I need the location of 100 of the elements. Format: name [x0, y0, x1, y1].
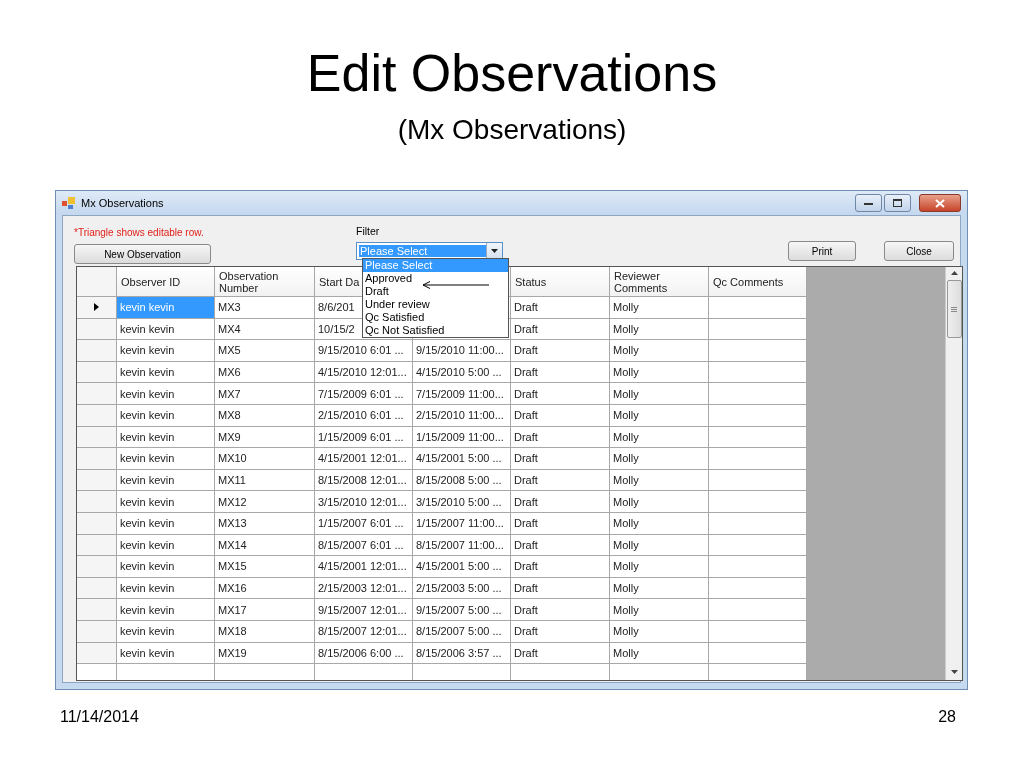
- table-cell: 4/15/2001 5:00 ...: [413, 556, 511, 578]
- table-cell: kevin kevin: [117, 599, 215, 621]
- table-cell: kevin kevin: [117, 448, 215, 470]
- table-cell: 2/15/2003 12:01...: [315, 577, 413, 600]
- table-cell: Draft: [511, 620, 610, 643]
- table-cell: 1/15/2009 6:01 ...: [315, 426, 413, 449]
- table-cell: kevin kevin: [117, 556, 215, 578]
- table-cell: Draft: [511, 469, 610, 492]
- table-cell: Molly: [610, 404, 709, 427]
- table-cell: 1/15/2007 11:00...: [413, 512, 511, 535]
- table-cell: 7/15/2009 6:01 ...: [315, 383, 413, 405]
- hint-text: *Triangle shows editable row.: [74, 227, 205, 239]
- table-cell: 1/15/2007 6:01 ...: [315, 512, 413, 535]
- table-cell: Molly: [610, 512, 709, 535]
- table-cell: Draft: [511, 340, 610, 362]
- table-cell: kevin kevin: [117, 318, 215, 341]
- table-cell: kevin kevin: [117, 512, 215, 535]
- table-cell: 4/15/2001 12:01...: [315, 556, 413, 578]
- table-cell: kevin kevin: [117, 340, 215, 362]
- table-cell: 8/15/2008 5:00 ...: [413, 469, 511, 492]
- table-cell: Molly: [610, 577, 709, 600]
- table-cell: 2/15/2003 5:00 ...: [413, 577, 511, 600]
- table-cell: Molly: [610, 642, 709, 665]
- table-cell: MX17: [215, 599, 315, 621]
- table-cell: 8/15/2006 3:57 ...: [413, 642, 511, 665]
- table-cell: 8/15/2007 5:00 ...: [413, 620, 511, 643]
- table-cell: Molly: [610, 534, 709, 557]
- table-cell: MX12: [215, 491, 315, 513]
- table-cell: MX14: [215, 534, 315, 557]
- table-cell: kevin kevin: [117, 491, 215, 513]
- table-cell: 3/15/2010 12:01...: [315, 491, 413, 513]
- table-cell: MX11: [215, 469, 315, 492]
- table-cell: kevin kevin: [117, 577, 215, 600]
- slide-title: Edit Observations: [306, 43, 718, 104]
- table-cell: kevin kevin: [117, 404, 215, 427]
- table-cell: Molly: [610, 383, 709, 405]
- table-cell: MX10: [215, 448, 315, 470]
- table-cell: kevin kevin: [117, 642, 215, 665]
- table-cell: Draft: [511, 297, 610, 319]
- table-cell: Draft: [511, 491, 610, 513]
- table-cell: Draft: [511, 404, 610, 427]
- table-cell: MX16: [215, 577, 315, 600]
- table-cell: 9/15/2007 5:00 ...: [413, 599, 511, 621]
- table-cell: Draft: [511, 318, 610, 341]
- table-cell: 8/15/2007 11:00...: [413, 534, 511, 557]
- table-cell: 8/15/2007 12:01...: [315, 620, 413, 643]
- table-cell: MX6: [215, 361, 315, 384]
- table-cell: Molly: [610, 620, 709, 643]
- table-cell: MX19: [215, 642, 315, 665]
- table-cell: Molly: [610, 361, 709, 384]
- table-cell: Molly: [610, 491, 709, 513]
- table-cell: Draft: [511, 534, 610, 557]
- table-cell: 4/15/2010 5:00 ...: [413, 361, 511, 384]
- table-cell: 2/15/2010 6:01 ...: [315, 404, 413, 427]
- table-cell: kevin kevin: [117, 426, 215, 449]
- table-cell: Draft: [511, 512, 610, 535]
- table-cell: MX9: [215, 426, 315, 449]
- table-cell: Molly: [610, 426, 709, 449]
- table-cell: MX7: [215, 383, 315, 405]
- table-cell: kevin kevin: [117, 620, 215, 643]
- slide-date: 11/14/2014: [60, 708, 139, 726]
- table-cell: MX4: [215, 318, 315, 341]
- table-cell: Draft: [511, 448, 610, 470]
- table-cell: Molly: [610, 469, 709, 492]
- table-cell: 4/15/2001 12:01...: [315, 448, 413, 470]
- table-cell: Draft: [511, 426, 610, 449]
- table-cell: Molly: [610, 556, 709, 578]
- filter-label: Filter: [356, 225, 380, 238]
- table-cell: Molly: [610, 599, 709, 621]
- table-cell: kevin kevin: [117, 361, 215, 384]
- table-cell: Draft: [511, 361, 610, 384]
- table-cell: 9/15/2010 11:00...: [413, 340, 511, 362]
- slide-number: 28: [938, 708, 956, 726]
- table-cell: MX15: [215, 556, 315, 578]
- table-cell: Molly: [610, 448, 709, 470]
- table-cell: Draft: [511, 642, 610, 665]
- table-cell: 8/15/2007 6:01 ...: [315, 534, 413, 557]
- table-cell: Molly: [610, 340, 709, 362]
- table-cell: kevin kevin: [117, 534, 215, 557]
- slide-subtitle: (Mx Observations): [397, 113, 627, 147]
- table-cell: 9/15/2007 12:01...: [315, 599, 413, 621]
- table-cell: 4/15/2010 12:01...: [315, 361, 413, 384]
- table-cell: MX18: [215, 620, 315, 643]
- table-cell: kevin kevin: [117, 383, 215, 405]
- table-cell: 3/15/2010 5:00 ...: [413, 491, 511, 513]
- table-cell: 2/15/2010 11:00...: [413, 404, 511, 427]
- table-cell: MX5: [215, 340, 315, 362]
- table-cell: Draft: [511, 383, 610, 405]
- table-cell: MX13: [215, 512, 315, 535]
- table-cell: MX8: [215, 404, 315, 427]
- table-cell: Draft: [511, 556, 610, 578]
- table-cell: 9/15/2010 6:01 ...: [315, 340, 413, 362]
- table-cell: 7/15/2009 11:00...: [413, 383, 511, 405]
- table-cell: Molly: [610, 297, 709, 319]
- table-cell: 4/15/2001 5:00 ...: [413, 448, 511, 470]
- table-cell: Draft: [511, 577, 610, 600]
- table-cell: 1/15/2009 11:00...: [413, 426, 511, 449]
- table-cell: kevin kevin: [117, 469, 215, 492]
- table-cell: 8/15/2006 6:00 ...: [315, 642, 413, 665]
- table-cell: Draft: [511, 599, 610, 621]
